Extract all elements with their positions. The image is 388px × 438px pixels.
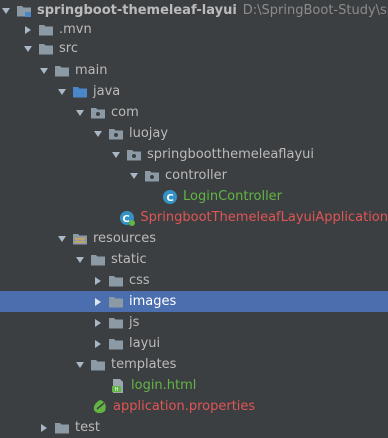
spring-properties-icon [92, 399, 108, 415]
svg-text:C: C [166, 193, 173, 204]
tree-node-label: images [129, 294, 177, 309]
tree-node-label: resources [93, 231, 157, 246]
tree-node-java[interactable]: java [0, 81, 388, 102]
tree-node-mvn[interactable]: .mvn [0, 19, 388, 40]
tree-node-login-html[interactable]: H login.html [0, 375, 388, 396]
chevron-right-icon[interactable] [92, 296, 104, 308]
tree-node-js[interactable]: js [0, 312, 388, 333]
chevron-down-icon[interactable] [38, 65, 50, 77]
tree-node-springbootthemeleaflayui[interactable]: springbootthemeleaflayui [0, 144, 388, 165]
project-name: springboot-themeleaf-layui [37, 3, 237, 18]
chevron-down-icon[interactable] [74, 254, 86, 266]
folder-icon [54, 420, 70, 436]
tree-node-luojay[interactable]: luojay [0, 123, 388, 144]
chevron-down-icon[interactable] [74, 107, 86, 119]
tree-node-application-properties[interactable]: application.properties [0, 396, 388, 417]
tree-node-label: test [75, 420, 100, 435]
tree-node-label: src [59, 41, 78, 56]
tree-node-project[interactable]: springboot-themeleaf-layui D:\SpringBoot… [0, 0, 388, 21]
package-icon [126, 147, 142, 163]
tree-node-label: templates [111, 357, 177, 372]
tree-node-label: layui [129, 336, 161, 351]
project-tree: springboot-themeleaf-layui D:\SpringBoot… [0, 0, 388, 438]
tree-node-com[interactable]: com [0, 102, 388, 123]
resources-folder-icon [72, 231, 88, 247]
tree-node-main[interactable]: main [0, 60, 388, 81]
tree-node-controller[interactable]: controller [0, 165, 388, 186]
tree-node-label: login.html [131, 378, 197, 393]
package-icon [144, 168, 160, 184]
chevron-right-icon[interactable] [92, 338, 104, 350]
chevron-down-icon[interactable] [92, 128, 104, 140]
folder-icon [90, 357, 106, 373]
tree-node-static[interactable]: static [0, 249, 388, 270]
project-path: D:\SpringBoot-Study\springbo [242, 3, 388, 18]
tree-node-label: java [93, 84, 121, 99]
tree-node-logincontroller[interactable]: C LoginController [0, 186, 388, 207]
tree-node-label: static [111, 252, 147, 267]
tree-node-label: main [75, 63, 108, 78]
folder-icon [108, 294, 124, 310]
chevron-down-icon[interactable] [128, 170, 140, 182]
folder-icon [54, 63, 70, 79]
tree-node-label: com [111, 105, 139, 120]
tree-node-src[interactable]: src [0, 38, 388, 59]
folder-icon [108, 315, 124, 331]
tree-node-label: js [129, 315, 140, 330]
tree-node-layui[interactable]: layui [0, 333, 388, 354]
folder-icon [108, 336, 124, 352]
tree-node-resources[interactable]: resources [0, 228, 388, 249]
chevron-down-icon[interactable] [74, 359, 86, 371]
java-class-icon: C [162, 189, 178, 205]
tree-node-css[interactable]: css [0, 270, 388, 291]
chevron-down-icon[interactable] [22, 43, 34, 55]
chevron-right-icon[interactable] [92, 317, 104, 329]
tree-node-test[interactable]: test [0, 417, 388, 438]
package-icon [90, 105, 106, 121]
chevron-down-icon[interactable] [56, 233, 68, 245]
tree-node-label: application.properties [113, 399, 256, 414]
source-folder-icon [72, 84, 88, 100]
folder-icon [108, 273, 124, 289]
svg-text:H: H [115, 387, 119, 393]
html-file-icon: H [110, 378, 126, 394]
tree-node-label: SpringbootThemeleafLayuiApplication [140, 210, 388, 225]
package-icon [108, 126, 124, 142]
spring-boot-class-icon: C [119, 210, 136, 226]
chevron-right-icon[interactable] [92, 275, 104, 287]
tree-node-images[interactable]: images [0, 291, 388, 312]
chevron-down-icon[interactable] [110, 149, 122, 161]
folder-icon [90, 252, 106, 268]
folder-icon [38, 41, 54, 57]
chevron-down-icon[interactable] [0, 5, 12, 17]
tree-node-templates[interactable]: templates [0, 354, 388, 375]
chevron-right-icon[interactable] [38, 422, 50, 434]
tree-node-application-class[interactable]: C SpringbootThemeleafLayuiApplication [0, 207, 388, 228]
tree-node-label: .mvn [59, 22, 92, 37]
tree-node-label: css [129, 273, 150, 288]
tree-node-label: LoginController [183, 189, 283, 204]
chevron-right-icon[interactable] [22, 24, 34, 36]
tree-node-label: springbootthemeleaflayui [147, 147, 315, 162]
folder-icon [38, 22, 54, 38]
chevron-down-icon[interactable] [56, 86, 68, 98]
tree-node-label: controller [165, 168, 228, 183]
module-folder-icon [16, 3, 32, 19]
svg-text:C: C [123, 214, 130, 225]
tree-node-label: luojay [129, 126, 169, 141]
